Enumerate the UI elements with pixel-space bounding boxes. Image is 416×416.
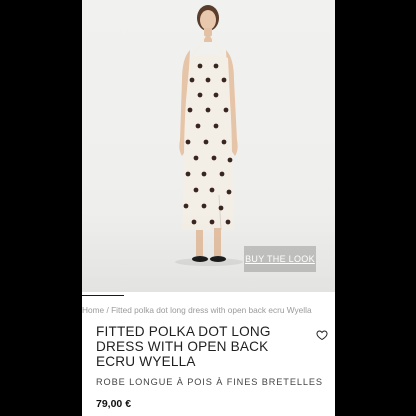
divider — [82, 295, 124, 296]
breadcrumb: Home / Fitted polka dot long dress with … — [82, 305, 335, 315]
heart-icon[interactable] — [316, 329, 328, 341]
product-page: BUY THE LOOK Home / Fitted polka dot lon… — [82, 0, 335, 416]
product-price: 79,00 € — [96, 398, 132, 410]
buy-the-look-button[interactable]: BUY THE LOOK — [244, 246, 316, 272]
product-subtitle: ROBE LONGUE À POIS À FINES BRETELLES — [96, 377, 323, 387]
product-photo[interactable]: BUY THE LOOK — [82, 0, 335, 292]
breadcrumb-current: Fitted polka dot long dress with open ba… — [111, 305, 312, 315]
breadcrumb-home-link[interactable]: Home — [82, 305, 104, 315]
product-title: FITTED POLKA DOT LONG DRESS WITH OPEN BA… — [96, 324, 271, 369]
right-letterbox — [335, 0, 416, 416]
left-letterbox — [0, 0, 82, 416]
